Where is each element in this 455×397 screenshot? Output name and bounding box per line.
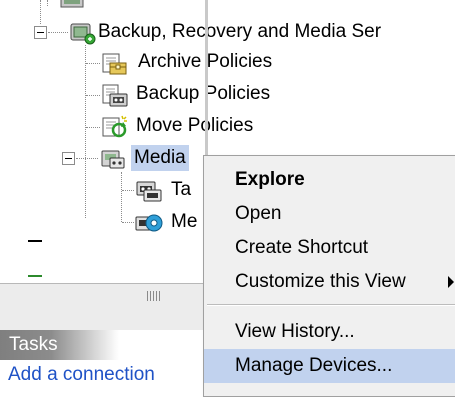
tree-connector bbox=[76, 158, 98, 159]
archive-policy-icon bbox=[100, 49, 130, 77]
tree-connector bbox=[86, 95, 100, 96]
partial-node-marker bbox=[28, 275, 42, 277]
menu-item-open[interactable]: Open bbox=[204, 197, 455, 231]
tree-connector bbox=[122, 190, 134, 191]
move-policy-icon bbox=[100, 113, 130, 141]
add-connection-link[interactable]: Add a connection bbox=[0, 360, 205, 385]
tree-item-media[interactable]: Media bbox=[131, 145, 189, 171]
pane-gap bbox=[0, 308, 205, 330]
tree-item-move-policies[interactable]: Move Policies bbox=[133, 113, 256, 139]
tree-connector bbox=[48, 32, 68, 33]
scrollbar-grip-icon[interactable] bbox=[147, 291, 161, 301]
tree-connector bbox=[121, 172, 122, 222]
menu-separator bbox=[207, 304, 455, 306]
tree-item-media-pool[interactable]: Me bbox=[168, 209, 200, 235]
media-collapse-toggle[interactable] bbox=[62, 152, 75, 165]
tape-icon bbox=[134, 176, 164, 204]
tree-item-tape[interactable]: Ta bbox=[168, 177, 194, 203]
tasks-header: Tasks bbox=[0, 330, 205, 360]
menu-item-view-history[interactable]: View History... bbox=[204, 315, 455, 349]
tree-item-backup-policies[interactable]: Backup Policies bbox=[133, 81, 273, 107]
horizontal-scrollbar[interactable] bbox=[0, 283, 205, 309]
backup-policy-icon bbox=[100, 81, 130, 109]
media-server-icon bbox=[68, 18, 98, 46]
cut-off-node-icon bbox=[58, 0, 88, 11]
context-menu: Explore Open Create Shortcut Customize t… bbox=[203, 155, 455, 397]
tree-connector bbox=[85, 45, 86, 218]
root-collapse-toggle[interactable] bbox=[34, 26, 47, 39]
submenu-arrow-icon bbox=[448, 276, 454, 288]
tree-connector bbox=[122, 222, 134, 223]
media-icon bbox=[98, 143, 128, 171]
tree-connector bbox=[86, 63, 100, 64]
menu-item-customize-view[interactable]: Customize this View bbox=[204, 265, 455, 299]
menu-item-explore[interactable]: Explore bbox=[204, 163, 455, 197]
menu-item-create-shortcut[interactable]: Create Shortcut bbox=[204, 231, 455, 265]
tree-connector bbox=[40, 0, 41, 24]
tree-connector bbox=[47, 0, 48, 6]
tree-connector bbox=[86, 127, 100, 128]
menu-item-manage-devices[interactable]: Manage Devices... bbox=[204, 349, 455, 383]
tree-root-label[interactable]: Backup, Recovery and Media Ser bbox=[95, 19, 384, 45]
menu-item-customize-view-label: Customize this View bbox=[235, 271, 406, 292]
collapsed-node-marker bbox=[28, 240, 42, 242]
media-pool-icon bbox=[134, 208, 164, 236]
